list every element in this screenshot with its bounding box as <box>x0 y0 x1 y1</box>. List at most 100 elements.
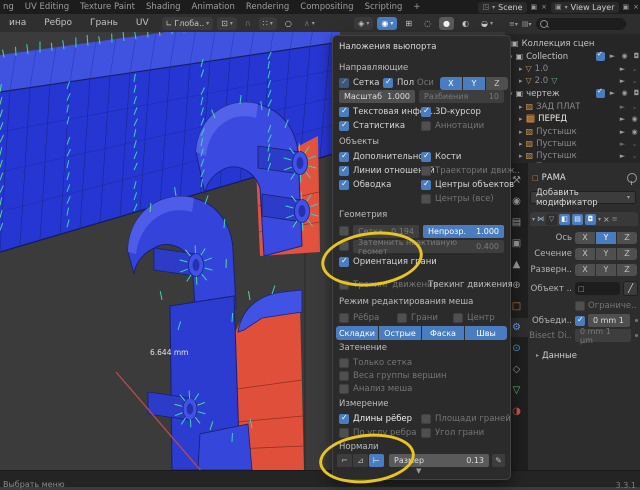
cursor-label[interactable]: 3D-курсор <box>435 107 481 117</box>
eye-icon[interactable]: ◉ <box>630 115 639 123</box>
annotations-label[interactable]: Аннотации <box>435 121 484 131</box>
face-orientation-toggle[interactable]: Ориентация грани <box>339 256 437 268</box>
text-info-checkbox[interactable] <box>339 107 349 117</box>
floor-label[interactable]: Пол <box>397 78 414 88</box>
face-angle-label[interactable]: Угол грани <box>435 428 484 438</box>
disclosure-icon[interactable]: ▸ <box>519 152 523 160</box>
data-section-row[interactable]: ▸ Данные <box>528 349 640 362</box>
edit-mode-toggle[interactable]: ◧ <box>559 214 570 225</box>
mirror-object-field[interactable]: □ <box>575 282 620 295</box>
faces-label[interactable]: Грани <box>411 313 438 323</box>
drag-handle-icon[interactable]: ≡ <box>612 215 618 223</box>
bones-toggle[interactable]: Кости <box>421 151 461 163</box>
object-row-zad-plat[interactable]: ▸ ▨ ЗАД ПЛАТ ►⌄◘ <box>505 101 640 112</box>
object-label[interactable]: 2.0 <box>535 76 549 86</box>
fade-slider[interactable]: Затемнить неактивную геомет 0.400 <box>353 240 504 253</box>
grid-label[interactable]: Сетка <box>353 78 379 88</box>
center-checkbox[interactable] <box>453 313 463 323</box>
collection-row[interactable]: ▾ ▣ Collection ►◉◘ <box>505 51 640 62</box>
wire-only-toggle[interactable]: Только сетка <box>339 357 412 369</box>
eye-icon[interactable]: ◉ <box>630 128 639 136</box>
selectable-icon[interactable]: ► <box>608 89 617 98</box>
filter-icon[interactable]: ≡▾ <box>509 20 518 28</box>
mirror-axis-z[interactable]: Z <box>617 232 637 244</box>
selectable-icon[interactable]: ► <box>618 77 627 85</box>
bones-checkbox[interactable] <box>421 152 431 162</box>
object-row-1-0[interactable]: ▸ ▽ 1.0 ►⌄◘ <box>505 63 640 74</box>
collection-label[interactable]: Collection <box>526 52 568 62</box>
render-toggle[interactable]: ◘ <box>585 214 596 225</box>
eye-closed-icon[interactable]: ⌄ <box>630 65 639 73</box>
menu-face[interactable]: Грань <box>90 18 118 28</box>
selectable-icon[interactable]: ► <box>618 140 627 148</box>
workspace-tab-texture-paint[interactable]: Texture Paint <box>80 2 135 12</box>
disclosure-icon[interactable]: ▸ <box>519 65 523 73</box>
eye-closed-icon[interactable]: ⌄ <box>630 152 639 160</box>
face-normals-button[interactable]: ⊢ <box>369 454 384 467</box>
camera-icon[interactable]: ◘ <box>632 89 640 98</box>
axis-x-button[interactable]: X <box>440 77 462 90</box>
weights-toggle[interactable]: Веса группы вершин <box>339 370 447 382</box>
stats-checkbox[interactable] <box>339 121 349 131</box>
selectable-icon[interactable]: ► <box>618 128 627 136</box>
edge-length-label[interactable]: Длины рёбер <box>353 414 412 424</box>
face-angle-checkbox[interactable] <box>421 428 431 438</box>
bisect-y[interactable]: Y <box>596 248 616 260</box>
pin-icon[interactable] <box>627 173 637 183</box>
axis-y-button[interactable]: Y <box>463 77 485 90</box>
selectable-icon[interactable]: ► <box>618 152 627 160</box>
delete-layer-icon[interactable]: × <box>633 3 639 11</box>
wire-only-label[interactable]: Только сетка <box>353 358 412 368</box>
floor-checkbox[interactable] <box>383 78 393 88</box>
stats-toggle[interactable]: Статистика <box>339 120 405 132</box>
workspace-tab-cut[interactable]: ng <box>3 2 14 12</box>
disclosure-icon[interactable]: ▸ <box>519 128 523 136</box>
analysis-label[interactable]: Анализ меша <box>353 384 412 394</box>
split-normals-button[interactable]: ⊿ <box>353 454 368 467</box>
extras-toggle[interactable]: Дополнительно <box>339 151 424 163</box>
flip-y[interactable]: Y <box>596 264 616 276</box>
origins-label[interactable]: Центры объектов <box>435 180 514 190</box>
snap-toggle[interactable]: ∩ <box>241 17 255 30</box>
camera-icon[interactable]: ◘ <box>632 52 640 61</box>
edge-angle-toggle[interactable]: По углу ребра <box>339 427 416 439</box>
expand-icon[interactable]: ▾ <box>532 216 535 223</box>
show-overlays-dropdown[interactable]: ◉ ▾ <box>377 17 397 30</box>
menu-uv[interactable]: UV <box>136 18 149 28</box>
disclosure-icon[interactable]: ▸ <box>519 103 523 111</box>
wireframe-slider[interactable]: Сетка 0.194 <box>353 225 419 238</box>
shading-wireframe-button[interactable]: ◌ <box>420 17 435 30</box>
origins-all-toggle[interactable]: Центры (все) <box>421 193 494 205</box>
outline-label[interactable]: Обводка <box>353 180 391 190</box>
wireframe-checkbox[interactable] <box>339 226 349 236</box>
object-label[interactable]: Пустышк <box>536 139 577 149</box>
origins-all-label[interactable]: Центры (все) <box>435 194 494 204</box>
faces-checkbox[interactable] <box>397 313 407 323</box>
workspace-tab-uv-editing[interactable]: UV Editing <box>25 2 69 12</box>
selectable-icon[interactable]: ► <box>618 115 627 123</box>
workspace-tab-shading[interactable]: Shading <box>146 2 181 12</box>
center-toggle[interactable]: Центр <box>453 312 495 324</box>
falloff-dropdown[interactable]: ∧ ▾ <box>300 17 319 30</box>
grid-scale-slider[interactable]: Масштаб 1.000 <box>339 90 415 103</box>
edge-length-checkbox[interactable] <box>339 414 349 424</box>
creases-button[interactable]: Складки <box>336 326 378 340</box>
face-orientation-label[interactable]: Ориентация грани <box>353 257 437 267</box>
grid-toggle[interactable]: Сетка <box>339 77 379 89</box>
popover-scroll-arrow[interactable]: ▼ <box>416 467 421 475</box>
bisect-x[interactable]: X <box>575 248 595 260</box>
collection-row-chertezh[interactable]: ▾ ▣ чертеж ►◉◘ <box>505 88 640 99</box>
center-label[interactable]: Центр <box>467 313 495 323</box>
edges-checkbox[interactable] <box>339 313 349 323</box>
disclosure-icon[interactable]: ▸ <box>519 115 523 123</box>
object-row-pered[interactable]: ▸ ▨ ПЕРЕД ►◉◘ <box>505 113 640 124</box>
opacity-slider[interactable]: Непрозр. 1.000 <box>423 225 504 238</box>
add-modifier-dropdown[interactable]: Добавить модификатор ▾ <box>530 191 636 204</box>
fade-toggle[interactable] <box>339 240 349 252</box>
object-label[interactable]: ПЕРЕД <box>538 114 567 124</box>
workspace-tab-compositing[interactable]: Compositing <box>300 2 353 12</box>
fade-checkbox[interactable] <box>339 241 349 251</box>
analysis-checkbox[interactable] <box>339 384 349 394</box>
bisect-distance-slider[interactable]: 0 mm 1 µm <box>575 329 631 342</box>
clipping-checkbox[interactable] <box>575 301 585 311</box>
